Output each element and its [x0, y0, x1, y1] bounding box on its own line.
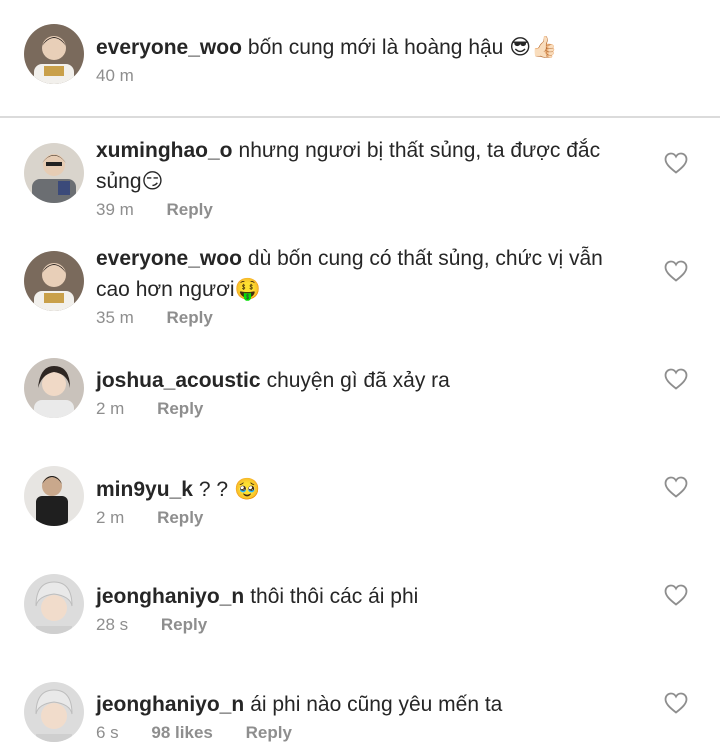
caption-text: bốn cung mới là hoàng hậu [247, 36, 504, 59]
comment-line: everyone_woo dù bốn cung có thất sủng, ch… [96, 244, 640, 305]
comment-meta: 6 s 98 likes Reply [96, 722, 640, 744]
comment-text-block: everyone_woo dù bốn cung có thất sủng, ch… [96, 244, 640, 329]
reply-button[interactable]: Reply [157, 399, 203, 418]
comment-line: joshua_acoustic chuyện gì đã xảy ra [96, 366, 640, 396]
comment-username[interactable]: joshua_acoustic [96, 369, 261, 392]
heart-outline-icon[interactable] [664, 476, 688, 498]
avatar[interactable] [24, 358, 84, 418]
avatar[interactable] [24, 24, 84, 84]
comment-meta: 2 m Reply [96, 398, 640, 420]
heart-outline-icon[interactable] [664, 152, 688, 174]
comment-line: min9yu_k? ? 🥹 [96, 474, 640, 505]
reply-button[interactable]: Reply [167, 308, 213, 327]
comment-text-block: xuminghao_o nhưng ngươi bị thất sủng, ta … [96, 136, 640, 221]
comment-username[interactable]: everyone_woo [96, 247, 242, 270]
comment-emoji: 😏 [141, 169, 164, 193]
comment-likes[interactable]: 98 likes [151, 723, 212, 742]
avatar[interactable] [24, 251, 84, 311]
heart-outline-icon[interactable] [664, 260, 688, 282]
post-caption: everyone_woo bốn cung mới là hoàng hậu 😎👍… [0, 0, 720, 118]
comment-username[interactable]: jeonghaniyo_n [96, 585, 244, 608]
reply-button[interactable]: Reply [157, 508, 203, 527]
avatar[interactable] [24, 682, 84, 742]
comment-text-block: min9yu_k? ? 🥹 2 m Reply [96, 474, 640, 529]
reply-button[interactable]: Reply [246, 723, 292, 742]
comment-text: ái phi nào cũng yêu mến ta [250, 693, 503, 716]
comment-text: ? ? [198, 478, 229, 501]
comment-time: 35 m [96, 308, 134, 327]
comment-time: 2 m [96, 399, 125, 418]
comment-username[interactable]: jeonghaniyo_n [96, 693, 244, 716]
avatar[interactable] [24, 574, 84, 634]
reply-button[interactable]: Reply [167, 200, 213, 219]
reply-button[interactable]: Reply [161, 615, 207, 634]
caption-time: 40 m [96, 66, 134, 85]
comment-meta: 2 m Reply [96, 507, 640, 529]
comment-text-block: jeonghaniyo_n thôi thôi các ái phi 28 s R… [96, 582, 640, 636]
comment-text-block: jeonghaniyo_n ái phi nào cũng yêu mến ta … [96, 690, 640, 744]
comment-line: jeonghaniyo_n thôi thôi các ái phi [96, 582, 640, 612]
avatar[interactable] [24, 143, 84, 203]
comment-meta: 39 m Reply [96, 199, 640, 221]
caption-emoji: 😎👍🏻 [509, 35, 558, 59]
comment-text: thôi thôi các ái phi [250, 585, 419, 608]
comment-time: 39 m [96, 200, 134, 219]
caption-username[interactable]: everyone_woo [96, 36, 242, 59]
comment-meta: 28 s Reply [96, 614, 640, 636]
comment-time: 28 s [96, 615, 129, 634]
avatar[interactable] [24, 466, 84, 526]
comment-time: 2 m [96, 508, 125, 527]
comment-emoji: 🤑 [234, 277, 261, 301]
comment-meta: 35 m Reply [96, 307, 640, 329]
comment-username[interactable]: xuminghao_o [96, 139, 233, 162]
comment-emoji: 🥹 [233, 477, 261, 501]
caption-meta: 40 m [96, 65, 640, 87]
comment-line: jeonghaniyo_n ái phi nào cũng yêu mến ta [96, 690, 640, 720]
caption-text-block: everyone_woo bốn cung mới là hoàng hậu 😎👍… [96, 32, 640, 87]
comment-text-block: joshua_acoustic chuyện gì đã xảy ra 2 m R… [96, 366, 640, 420]
comment-username[interactable]: min9yu_k [96, 478, 193, 501]
heart-outline-icon[interactable] [664, 692, 688, 714]
heart-outline-icon[interactable] [664, 368, 688, 390]
comment-time: 6 s [96, 723, 119, 742]
caption-line: everyone_woo bốn cung mới là hoàng hậu 😎👍… [96, 32, 640, 63]
comment-text: chuyện gì đã xảy ra [266, 369, 450, 392]
comment-line: xuminghao_o nhưng ngươi bị thất sủng, ta … [96, 136, 640, 197]
heart-outline-icon[interactable] [664, 584, 688, 606]
